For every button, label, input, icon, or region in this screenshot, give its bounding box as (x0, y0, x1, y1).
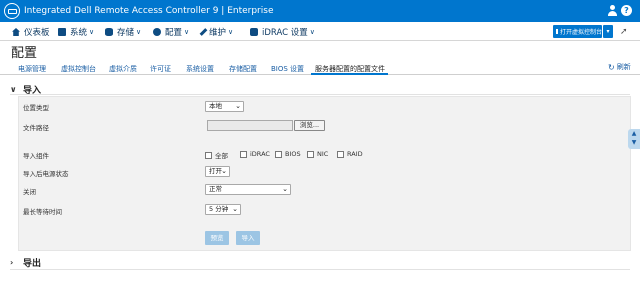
component-checkbox-all[interactable]: 全部 (205, 150, 228, 160)
user-icon[interactable] (607, 5, 617, 16)
max-wait-select[interactable]: 5 分钟 ⌄ (205, 204, 241, 215)
max-wait-value: 5 分钟 (209, 205, 229, 213)
chevron-down-icon: ⌄ (232, 205, 238, 213)
component-checkbox-bios[interactable]: BIOS (275, 150, 301, 158)
import-components-label: 导入组件 (23, 152, 49, 160)
component-label: RAID (347, 150, 363, 158)
tab-power-management[interactable]: 电源管理 (18, 64, 46, 74)
refresh-button[interactable]: ↻ 刷新 (608, 62, 631, 72)
title-bar: Integrated Dell Remote Access Controller… (0, 0, 640, 22)
configuration-icon (153, 28, 161, 36)
help-icon[interactable]: ? (621, 5, 632, 16)
nav-storage-label: 存储 (117, 28, 135, 38)
page-title: 配置 (11, 46, 38, 61)
power-state-select[interactable]: 打开 ⌄ (205, 166, 230, 177)
component-label: NIC (317, 150, 329, 158)
nav-dashboard[interactable]: 仪表板 (12, 26, 50, 38)
nav-idrac-settings-label: iDRAC 设置 (262, 28, 308, 38)
max-wait-label: 最长等待时间 (23, 208, 62, 216)
chevron-down-icon: ⌄ (282, 185, 288, 193)
main-nav: 仪表板 系统 ∨ 存储 ∨ 配置 ∨ 维护 ∨ iDRAC 设置 ∨ 打开虚拟控… (0, 22, 640, 41)
preview-button[interactable]: 预览 (205, 231, 229, 245)
server-icon (58, 28, 66, 36)
nav-maintenance-label: 维护 (209, 28, 227, 38)
component-checkbox-idrac[interactable]: iDRAC (240, 150, 270, 158)
chevron-down-icon: ⌄ (221, 167, 227, 175)
checkbox-box (240, 150, 247, 158)
nav-storage[interactable]: 存储 ∨ (105, 26, 141, 38)
power-state-label: 导入后电源状态 (23, 170, 69, 178)
home-icon (12, 28, 20, 36)
checkbox-box (205, 151, 212, 159)
shutdown-select[interactable]: 正常 ⌄ (205, 184, 291, 195)
component-label: iDRAC (250, 150, 270, 158)
file-path-label: 文件路径 (23, 124, 49, 132)
import-button[interactable]: 导入 (236, 231, 260, 245)
chevron-down-icon: ∨ (184, 28, 190, 36)
pin-icon[interactable]: ➚ (620, 27, 630, 37)
tab-bar: 电源管理 虚拟控制台 虚拟介质 许可证 系统设置 存储配置 BIOS 设置 服务… (0, 61, 640, 75)
nav-configuration-label: 配置 (165, 28, 183, 38)
divider (10, 94, 630, 95)
divider (10, 269, 630, 270)
refresh-label: 刷新 (616, 63, 631, 71)
location-type-label: 位置类型 (23, 104, 49, 112)
nav-system[interactable]: 系统 ∨ (58, 26, 94, 38)
location-type-value: 本地 (209, 102, 222, 110)
shutdown-value: 正常 (209, 185, 222, 193)
tab-storage-configuration[interactable]: 存储配置 (229, 64, 257, 74)
checkbox-box (275, 150, 282, 158)
chevron-down-icon: ∨ (309, 28, 315, 36)
active-tab-indicator (311, 73, 388, 75)
component-label: BIOS (285, 150, 301, 158)
tab-system-settings[interactable]: 系统设置 (186, 64, 214, 74)
nav-maintenance[interactable]: 维护 ∨ (199, 26, 234, 38)
browse-button[interactable]: 浏览... (294, 120, 325, 131)
nav-configuration[interactable]: 配置 ∨ (153, 26, 189, 38)
monitor-icon (556, 29, 558, 34)
nav-system-label: 系统 (70, 28, 88, 38)
tab-licenses[interactable]: 许可证 (150, 64, 171, 74)
chevron-down-icon: ∨ (228, 28, 234, 36)
virtual-console-menu-button[interactable]: ▾ (603, 25, 613, 38)
tab-bios-settings[interactable]: BIOS 设置 (271, 64, 304, 74)
location-type-select[interactable]: 本地 ⌄ (205, 101, 244, 112)
open-virtual-console-button[interactable]: 打开虚拟控制台 (553, 25, 602, 38)
refresh-icon: ↻ (608, 62, 615, 72)
chevron-down-icon: ∨ (10, 85, 17, 94)
chevron-right-icon: › (10, 258, 14, 267)
nav-idrac-settings[interactable]: iDRAC 设置 ∨ (250, 26, 315, 38)
component-checkbox-nic[interactable]: NIC (307, 150, 328, 158)
export-section-title: 导出 (23, 259, 42, 269)
export-section-toggle[interactable]: › 导出 (10, 256, 41, 269)
app-title: Integrated Dell Remote Access Controller… (24, 6, 274, 16)
chevron-down-icon: ∨ (89, 28, 95, 36)
power-state-value: 打开 (209, 167, 222, 175)
component-checkbox-raid[interactable]: RAID (337, 150, 363, 158)
idrac-icon (250, 28, 258, 36)
tab-virtual-media[interactable]: 虚拟介质 (109, 64, 137, 74)
nav-dashboard-label: 仪表板 (24, 28, 50, 38)
virtual-console-label: 打开虚拟控制台 (560, 29, 603, 36)
tab-virtual-console[interactable]: 虚拟控制台 (61, 64, 96, 74)
chevron-down-icon: ∨ (136, 28, 142, 36)
checkbox-box (337, 150, 344, 158)
wrench-icon (199, 28, 208, 36)
scroll-arrows-icon[interactable]: ▲ ▼ (628, 129, 640, 149)
storage-icon (105, 28, 113, 36)
shutdown-label: 关闭 (23, 188, 36, 196)
chevron-down-icon: ⌄ (235, 102, 241, 110)
file-path-input[interactable] (207, 120, 293, 131)
component-label: 全部 (215, 152, 228, 160)
checkbox-box (307, 150, 314, 158)
idrac-logo-icon (4, 3, 20, 19)
